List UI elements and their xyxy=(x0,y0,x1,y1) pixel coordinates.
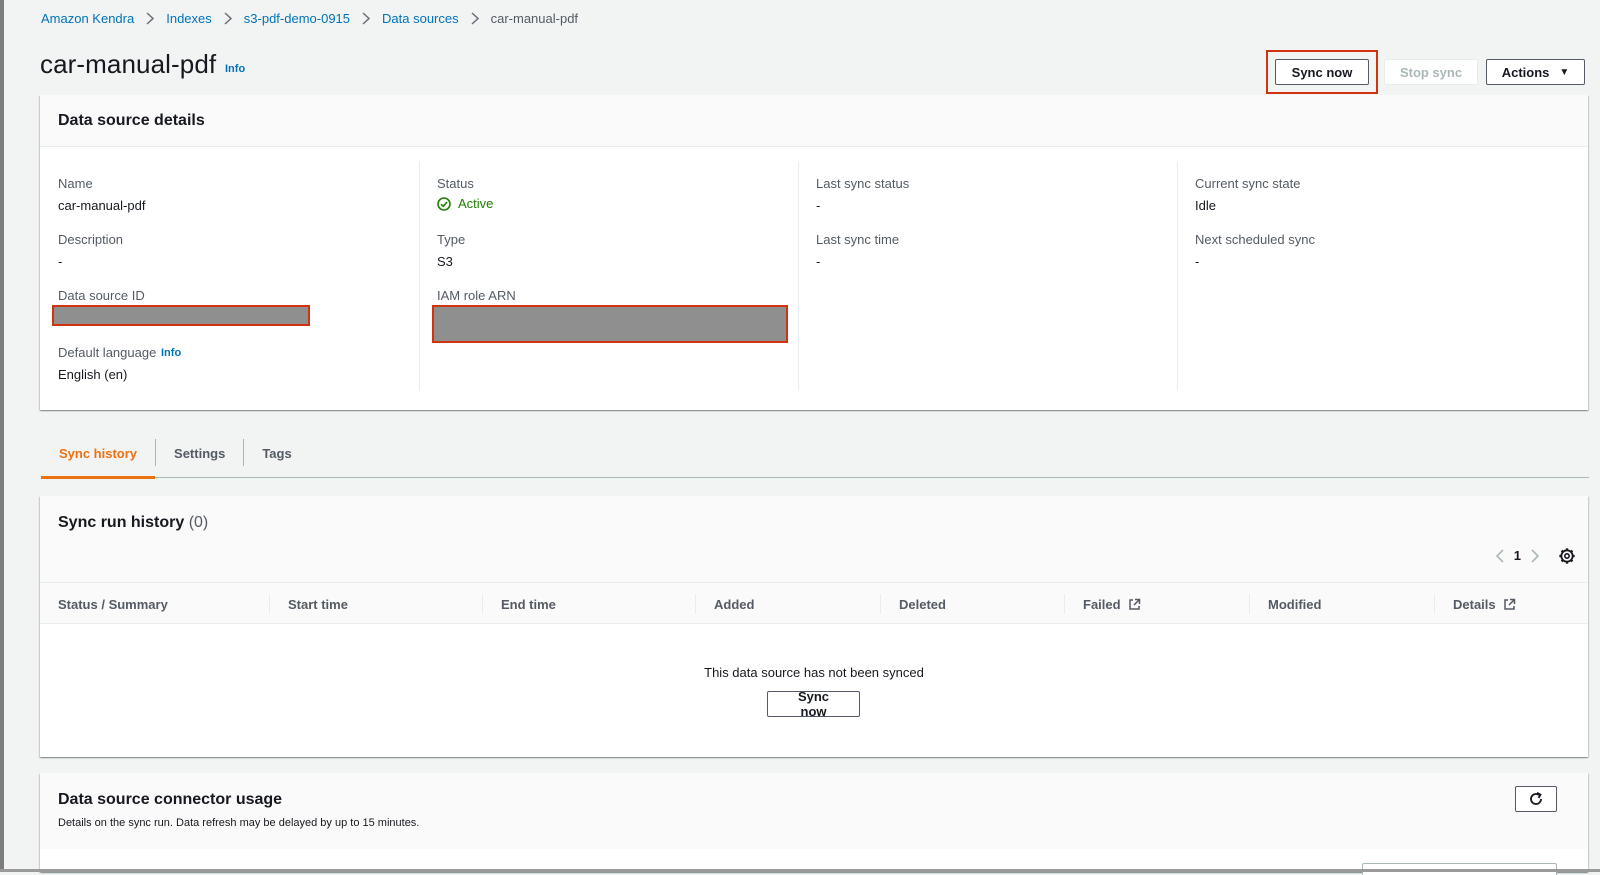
last-sync-time-value: - xyxy=(816,254,821,269)
breadcrumb-link-kendra[interactable]: Amazon Kendra xyxy=(41,11,134,26)
chevron-right-icon xyxy=(362,12,371,25)
column-header-status[interactable]: Status / Summary xyxy=(40,583,168,625)
refresh-icon xyxy=(1530,791,1542,805)
data-source-id-redacted xyxy=(52,305,310,326)
chevron-right-icon xyxy=(224,12,232,25)
sync-run-history-panel: Sync run history (0) 1 Status / Summary … xyxy=(40,496,1588,757)
details-header: Data source details xyxy=(40,95,1588,147)
chevron-left-icon[interactable] xyxy=(1495,548,1504,563)
iam-role-label: IAM role ARN xyxy=(437,288,516,303)
default-language-label: Default language xyxy=(58,345,157,360)
stop-sync-label: Stop sync xyxy=(1399,64,1463,80)
status-text: Active xyxy=(458,196,494,211)
description-label: Description xyxy=(58,232,124,247)
details-grid: Name car-manual-pdf Description - Data s… xyxy=(40,147,1588,409)
refresh-button[interactable] xyxy=(1515,786,1557,812)
connector-usage-header: Data source connector usage Details on t… xyxy=(40,773,1588,849)
column-header-details-text: Details xyxy=(1434,594,1496,614)
data-source-details-panel: Data source details Name car-manual-pdf … xyxy=(40,95,1588,410)
connector-usage-panel: Data source connector usage Details on t… xyxy=(40,773,1588,875)
sync-history-title: Sync run history (0) xyxy=(58,514,208,532)
type-value: S3 xyxy=(437,254,453,269)
column-header-deleted[interactable]: Deleted xyxy=(880,583,946,625)
connector-usage-title: Data source connector usage xyxy=(58,791,283,808)
status-value: Active xyxy=(437,196,493,211)
empty-state-message: This data source has not been synced xyxy=(704,665,924,680)
connector-usage-description: Details on the sync run. Data refresh ma… xyxy=(58,817,420,829)
pagination: 1 xyxy=(1495,548,1540,563)
page-title: car-manual-pdf xyxy=(40,49,217,79)
stop-sync-button[interactable]: Stop sync xyxy=(1384,59,1478,85)
status-label: Status xyxy=(437,176,474,191)
column-header-modified[interactable]: Modified xyxy=(1249,583,1321,625)
column-header-details[interactable]: Details xyxy=(1434,583,1516,625)
column-header-end-time[interactable]: End time xyxy=(482,583,556,625)
breadcrumb-current: car-manual-pdf xyxy=(490,11,579,26)
breadcrumb-link-data-sources[interactable]: Data sources xyxy=(382,11,459,26)
empty-state-sync-now-button[interactable]: Sync now xyxy=(767,689,860,719)
column-header-failed[interactable]: Failed xyxy=(1064,583,1141,625)
iam-role-redacted xyxy=(432,305,788,343)
gear-icon[interactable] xyxy=(1558,547,1576,565)
current-sync-state-value: Idle xyxy=(1195,198,1216,213)
chevron-right-icon xyxy=(146,12,155,25)
details-column-4: Current sync state Idle Next scheduled s… xyxy=(1177,161,1557,391)
last-sync-status-label: Last sync status xyxy=(816,176,910,191)
details-column-1: Name car-manual-pdf Description - Data s… xyxy=(40,161,420,391)
sync-now-button[interactable]: Sync now xyxy=(1275,59,1369,85)
column-header-added-text: Added xyxy=(695,594,754,614)
tab-tags[interactable]: Tags xyxy=(244,428,309,478)
external-link-icon xyxy=(1128,598,1140,610)
sync-history-title-text: Sync run history xyxy=(58,514,185,531)
column-header-start-time-text: Start time xyxy=(269,594,348,614)
column-header-status-text: Status / Summary xyxy=(58,596,168,612)
tab-settings[interactable]: Settings xyxy=(156,428,243,478)
title-info-link[interactable]: Info xyxy=(225,63,245,75)
sync-now-highlight: Sync now xyxy=(1266,50,1378,94)
column-header-deleted-text: Deleted xyxy=(880,594,946,614)
breadcrumb-link-indexes[interactable]: Indexes xyxy=(166,11,212,26)
tab-sync-history[interactable]: Sync history xyxy=(41,428,156,479)
last-sync-status-value: - xyxy=(816,198,821,213)
type-label: Type xyxy=(437,232,466,247)
next-scheduled-sync-value: - xyxy=(1195,254,1200,269)
chevron-right-icon xyxy=(471,12,479,25)
actions-dropdown[interactable]: Actions ▼ xyxy=(1486,59,1585,85)
default-language-value: English (en) xyxy=(58,367,128,382)
column-header-failed-text: Failed xyxy=(1064,594,1121,614)
chevron-right-icon[interactable] xyxy=(1531,548,1540,563)
window-edge xyxy=(0,0,4,872)
name-label: Name xyxy=(58,176,93,191)
next-scheduled-sync-label: Next scheduled sync xyxy=(1195,232,1315,247)
current-sync-state-label: Current sync state xyxy=(1195,176,1301,191)
tab-bar: Sync history Settings Tags xyxy=(41,428,1589,479)
data-source-id-label: Data source ID xyxy=(58,288,145,303)
column-header-end-time-text: End time xyxy=(482,594,556,614)
details-column-2: Status Active Type S3 IAM role ARN xyxy=(419,161,799,391)
check-circle-icon xyxy=(437,196,451,211)
column-header-modified-text: Modified xyxy=(1249,594,1321,614)
column-header-start-time[interactable]: Start time xyxy=(269,583,348,625)
last-sync-time-label: Last sync time xyxy=(816,232,900,247)
default-language-info-link[interactable]: Info xyxy=(161,347,181,359)
sync-history-header: Sync run history (0) 1 Status / Summary … xyxy=(40,496,1588,624)
name-value: car-manual-pdf xyxy=(58,198,146,213)
breadcrumb: Amazon Kendra Indexes s3-pdf-demo-0915 D… xyxy=(41,11,578,26)
sync-history-count: (0) xyxy=(188,514,209,531)
header-actions: Sync now Stop sync Actions ▼ xyxy=(1266,50,1585,94)
actions-label: Actions xyxy=(1501,64,1550,80)
details-title: Data source details xyxy=(58,111,205,129)
breadcrumb-link-index[interactable]: s3-pdf-demo-0915 xyxy=(244,11,350,26)
column-header-added[interactable]: Added xyxy=(695,583,754,625)
table-header: Status / Summary Start time End time Add… xyxy=(40,582,1588,624)
external-link-icon xyxy=(1503,598,1515,610)
description-value: - xyxy=(58,254,63,269)
caret-down-icon: ▼ xyxy=(1559,66,1570,78)
current-page-number[interactable]: 1 xyxy=(1514,548,1521,563)
details-column-3: Last sync status - Last sync time - xyxy=(798,161,1178,391)
